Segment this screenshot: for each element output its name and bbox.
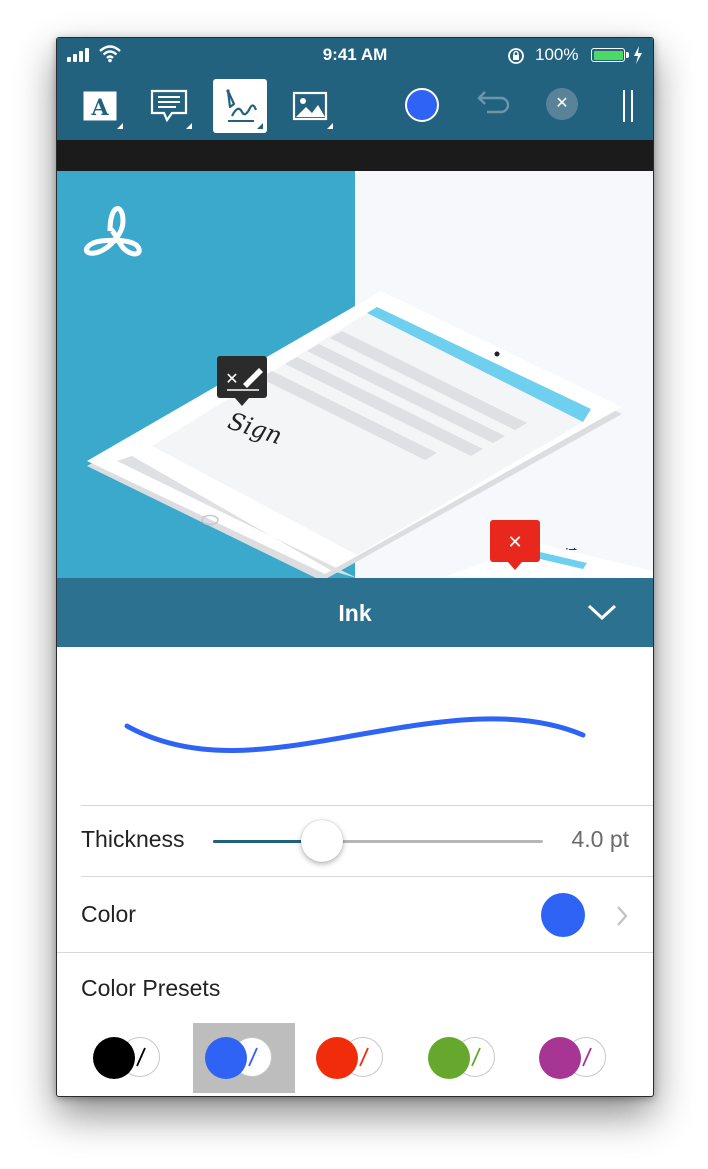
color-preset[interactable]	[192, 1023, 295, 1093]
chevron-down-icon[interactable]	[585, 600, 619, 624]
thickness-row: Thickness 4.0 pt	[81, 805, 653, 876]
color-preset[interactable]	[527, 1023, 629, 1093]
pen-signature-icon	[226, 89, 258, 122]
text-tool-button[interactable]: A	[73, 79, 127, 133]
annotation-toolbar: A ✕	[57, 72, 653, 140]
text-box-icon: A	[83, 91, 117, 121]
preset-color-dot	[427, 1037, 470, 1079]
color-presets-label: Color Presets	[81, 975, 221, 1001]
ink-stroke-preview	[57, 647, 653, 805]
svg-text:✕: ✕	[225, 369, 238, 388]
charging-bolt-icon	[634, 46, 642, 64]
ink-panel-header: Ink	[57, 578, 653, 647]
panel-title: Ink	[338, 600, 372, 626]
preset-color-dot	[204, 1037, 247, 1079]
image-tool-button[interactable]	[283, 79, 337, 133]
current-color-button[interactable]	[405, 88, 439, 122]
color-presets-row: Color Presets	[57, 952, 653, 1096]
document-page: ✕ Sign ✕ · ·̶	[57, 171, 653, 578]
comment-bubble-icon	[150, 89, 188, 123]
device-screen: 9:41 AM 100% A ✕ ✕ Sign ✕ · ·̶ Ink Thick…	[56, 37, 654, 1097]
battery-icon	[591, 48, 629, 62]
close-icon[interactable]: ✕	[546, 88, 578, 120]
thickness-value: 4.0 pt	[571, 826, 629, 852]
svg-text:A: A	[90, 95, 109, 121]
svg-text:✕: ✕	[507, 532, 522, 553]
color-preset[interactable]	[416, 1023, 518, 1093]
document-top-bar	[57, 140, 653, 171]
image-icon	[292, 91, 328, 121]
thickness-label: Thickness	[81, 826, 185, 852]
rotation-lock-icon	[508, 48, 524, 64]
slider-knob[interactable]	[300, 820, 343, 862]
color-row[interactable]: Color	[81, 876, 653, 952]
preset-color-dot	[316, 1037, 358, 1079]
color-label: Color	[81, 901, 136, 927]
document-illustration: ✕ Sign ✕ · ·̶	[57, 171, 653, 578]
status-bar: 9:41 AM 100%	[57, 38, 653, 72]
drag-handle-icon[interactable]	[623, 90, 635, 122]
color-swatch[interactable]	[541, 893, 585, 937]
color-preset[interactable]	[304, 1023, 406, 1093]
svg-text:· ·̶: · ·̶	[565, 542, 576, 556]
undo-icon[interactable]	[473, 86, 511, 122]
comment-tool-button[interactable]	[142, 79, 196, 133]
preset-color-dot	[93, 1037, 135, 1079]
color-preset[interactable]	[81, 1023, 183, 1093]
chevron-right-icon	[617, 906, 628, 926]
ink-tool-button[interactable]	[213, 79, 267, 133]
battery-percent: 100%	[535, 45, 579, 64]
thickness-slider[interactable]	[213, 820, 543, 862]
preset-color-dot	[539, 1037, 581, 1079]
